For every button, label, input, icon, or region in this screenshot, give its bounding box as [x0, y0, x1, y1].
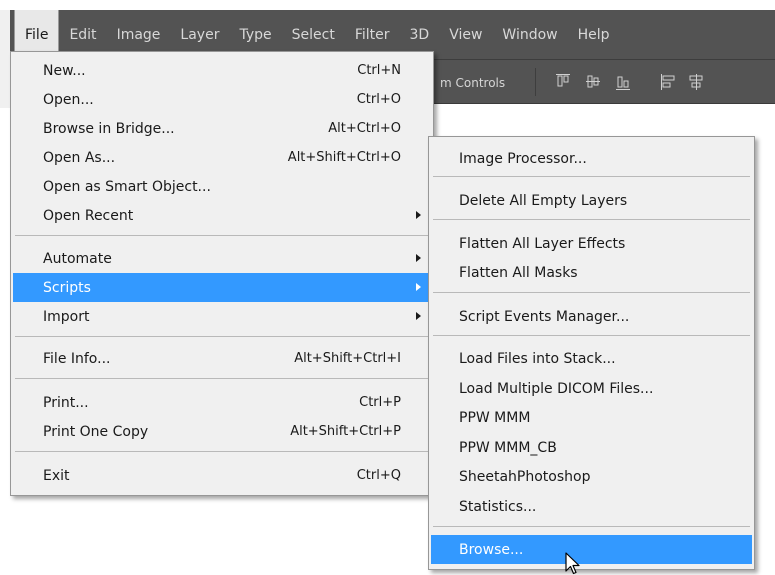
file-menu: New... Ctrl+N Open... Ctrl+O Browse in B…	[10, 51, 434, 496]
align-left-edges-icon[interactable]	[660, 73, 676, 91]
menu-help[interactable]: Help	[568, 10, 620, 59]
align-bottom-edges-icon[interactable]	[615, 73, 631, 91]
menu-window[interactable]: Window	[492, 10, 567, 59]
menu-item-flatten-all-layer-effects[interactable]: Flatten All Layer Effects	[431, 229, 752, 258]
menu-item-ppw-mmm[interactable]: PPW MMM	[431, 403, 752, 432]
menu-separator	[15, 378, 429, 379]
menu-item-new[interactable]: New... Ctrl+N	[13, 56, 431, 85]
menu-item-browse[interactable]: Browse...	[431, 535, 752, 564]
menu-item-print-one-copy[interactable]: Print One Copy Alt+Shift+Ctrl+P	[13, 417, 431, 446]
submenu-arrow-icon	[416, 312, 421, 320]
menu-item-browse-in-bridge[interactable]: Browse in Bridge... Alt+Ctrl+O	[13, 114, 431, 143]
submenu-arrow-icon	[416, 283, 421, 291]
scripts-submenu: Image Processor... Delete All Empty Laye…	[428, 136, 755, 570]
menu-item-load-multiple-dicom-files[interactable]: Load Multiple DICOM Files...	[431, 374, 752, 403]
align-horizontal-centers-icon[interactable]	[688, 73, 704, 91]
menu-separator	[433, 176, 750, 177]
menu-item-file-info[interactable]: File Info... Alt+Shift+Ctrl+I	[13, 344, 431, 373]
menu-item-import[interactable]: Import	[13, 302, 431, 331]
menu-item-open-as[interactable]: Open As... Alt+Shift+Ctrl+O	[13, 143, 431, 172]
menu-item-open-recent[interactable]: Open Recent	[13, 201, 431, 230]
menu-item-automate[interactable]: Automate	[13, 244, 431, 273]
left-panel-edge	[0, 10, 10, 108]
menu-item-delete-all-empty-layers[interactable]: Delete All Empty Layers	[431, 186, 752, 215]
menu-item-script-events-manager[interactable]: Script Events Manager...	[431, 302, 752, 331]
align-top-edges-icon[interactable]	[555, 73, 571, 91]
menu-view[interactable]: View	[439, 10, 492, 59]
submenu-arrow-icon	[416, 211, 421, 219]
align-vertical-centers-icon[interactable]	[585, 73, 601, 91]
menu-item-open-as-smart-object[interactable]: Open as Smart Object...	[13, 172, 431, 201]
show-transform-controls-label[interactable]: m Controls	[440, 76, 505, 90]
menu-item-image-processor[interactable]: Image Processor...	[431, 144, 752, 173]
photoshop-window: File Edit Image Layer Type Select Filter…	[0, 0, 775, 575]
menu-separator	[15, 235, 429, 236]
menu-separator	[433, 219, 750, 220]
menu-item-ppw-mmm-cb[interactable]: PPW MMM_CB	[431, 433, 752, 462]
menu-item-print[interactable]: Print... Ctrl+P	[13, 388, 431, 417]
submenu-arrow-icon	[416, 254, 421, 262]
menu-item-exit[interactable]: Exit Ctrl+Q	[13, 461, 431, 490]
menu-item-sheetahphotoshop[interactable]: SheetahPhotoshop	[431, 462, 752, 491]
menu-separator	[433, 335, 750, 336]
menu-item-open[interactable]: Open... Ctrl+O	[13, 85, 431, 114]
menu-separator	[15, 336, 429, 337]
menu-separator	[15, 451, 429, 452]
menu-item-flatten-all-masks[interactable]: Flatten All Masks	[431, 258, 752, 287]
menu-item-load-files-into-stack[interactable]: Load Files into Stack...	[431, 344, 752, 373]
menu-separator	[433, 292, 750, 293]
menu-item-scripts[interactable]: Scripts	[13, 273, 431, 302]
options-separator	[535, 68, 536, 96]
menu-separator	[433, 526, 750, 527]
menu-item-statistics[interactable]: Statistics...	[431, 492, 752, 521]
mouse-cursor-icon	[565, 552, 583, 575]
